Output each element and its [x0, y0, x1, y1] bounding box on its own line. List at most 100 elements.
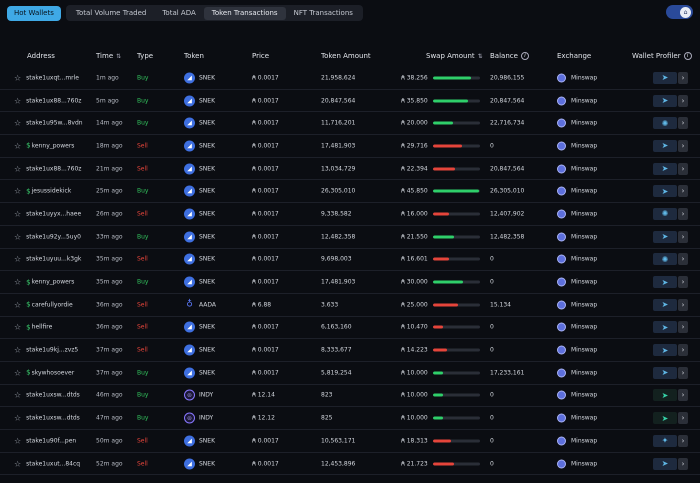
shark-icon[interactable]: ➤: [653, 366, 677, 379]
chevron-right-icon[interactable]: ›: [678, 321, 688, 334]
table-row[interactable]: ☆ stake1u9kj...zvz5 37m ago Sell ◢ SNEK …: [0, 339, 700, 362]
chevron-right-icon[interactable]: ›: [678, 412, 688, 425]
wallet-address[interactable]: hellfire: [32, 324, 53, 331]
table-row[interactable]: ☆ $ hellfire 36m ago Sell ◢ SNEK ₳ 0.001…: [0, 317, 700, 340]
table-row[interactable]: ☆ $ skywhosoever 37m ago Buy ◢ SNEK ₳ 0.…: [0, 362, 700, 385]
crab-icon[interactable]: ✦: [653, 434, 677, 447]
star-icon[interactable]: ☆: [14, 164, 21, 173]
table-row[interactable]: ☆ stake1uyuu...k3gk 35m ago Sell ◢ SNEK …: [0, 249, 700, 272]
table-row[interactable]: ☆ $ carefullyordie 36m ago Sell ♁ AADA ₳…: [0, 294, 700, 317]
wallet-address[interactable]: stake1uyyx...haee: [26, 210, 81, 217]
wallet-address[interactable]: stake1u92y...5uy0: [26, 233, 81, 240]
header-swap-amount[interactable]: Swap Amount ⇅: [426, 52, 483, 60]
tab-nft-transactions[interactable]: NFT Transactions: [286, 7, 361, 20]
star-icon[interactable]: ☆: [14, 119, 21, 128]
wallet-address[interactable]: stake1uxsw...dtds: [26, 415, 80, 422]
table-row[interactable]: ☆ stake1u95w...8vdn 14m ago Buy ◢ SNEK ₳…: [0, 112, 700, 136]
star-icon[interactable]: ☆: [14, 96, 21, 105]
star-icon[interactable]: ☆: [14, 278, 21, 287]
chevron-right-icon[interactable]: ›: [678, 276, 688, 289]
wallet-address[interactable]: stake1u90f...pen: [26, 437, 76, 444]
table-row[interactable]: ☆ stake1u92y...5uy0 33m ago Buy ◢ SNEK ₳…: [0, 226, 700, 249]
chevron-right-icon[interactable]: ›: [678, 457, 688, 470]
shark-dark-icon[interactable]: ➤: [653, 389, 677, 402]
star-icon[interactable]: ☆: [14, 73, 21, 82]
star-icon[interactable]: ☆: [14, 414, 21, 423]
shark-icon[interactable]: ➤: [653, 230, 677, 243]
chevron-right-icon[interactable]: ›: [678, 253, 688, 266]
chevron-right-icon[interactable]: ›: [678, 185, 688, 198]
tab-token-transactions[interactable]: Token Transactions: [203, 6, 286, 20]
wallet-address[interactable]: kenny_powers: [32, 279, 75, 286]
star-icon[interactable]: ☆: [14, 368, 21, 377]
shark-dark-icon[interactable]: ➤: [653, 412, 677, 425]
wallet-address[interactable]: stake1ux88...760z: [26, 97, 81, 104]
wallet-address[interactable]: skywhosoever: [32, 369, 75, 376]
shark-icon[interactable]: ➤: [653, 344, 677, 357]
octopus-icon[interactable]: ✺: [653, 207, 677, 220]
star-icon[interactable]: ☆: [14, 187, 21, 196]
shark-icon[interactable]: ➤: [653, 162, 677, 175]
shark-icon[interactable]: ➤: [653, 185, 677, 198]
sort-icon[interactable]: ⇅: [116, 53, 121, 60]
wallet-address[interactable]: stake1ux88...760z: [26, 165, 81, 172]
chevron-right-icon[interactable]: ›: [678, 94, 688, 107]
wallet-address[interactable]: stake1uyuu...k3gk: [26, 256, 81, 263]
info-icon[interactable]: i: [520, 52, 529, 60]
chevron-right-icon[interactable]: ›: [678, 117, 688, 130]
tab-total-volume-traded[interactable]: Total Volume Traded: [68, 7, 154, 20]
star-icon[interactable]: ☆: [14, 323, 21, 332]
table-row[interactable]: ☆ stake1uyyx...haee 26m ago Sell ◢ SNEK …: [0, 203, 700, 226]
octopus-icon[interactable]: ✺: [653, 117, 677, 130]
table-row[interactable]: ☆ stake1uxsw...dtds 47m ago Buy ◎ INDY ₳…: [0, 407, 700, 430]
chevron-right-icon[interactable]: ›: [678, 230, 688, 243]
tab-total-ada[interactable]: Total ADA: [154, 7, 203, 20]
table-row[interactable]: ☆ $ kenny_powers 35m ago Buy ◢ SNEK ₳ 0.…: [0, 271, 700, 294]
chevron-right-icon[interactable]: ›: [678, 366, 688, 379]
chevron-right-icon[interactable]: ›: [678, 71, 688, 84]
chevron-right-icon[interactable]: ›: [678, 139, 688, 152]
table-row[interactable]: ☆ $ jesussidekick 25m ago Buy ◢ SNEK ₳ 0…: [0, 180, 700, 204]
wallet-address[interactable]: jesussidekick: [32, 188, 72, 195]
chevron-right-icon[interactable]: ›: [678, 207, 688, 220]
shark-icon[interactable]: ➤: [653, 139, 677, 152]
star-icon[interactable]: ☆: [14, 391, 21, 400]
wallet-address[interactable]: stake1uxut...84cq: [26, 460, 80, 467]
star-icon[interactable]: ☆: [14, 255, 21, 264]
chevron-right-icon[interactable]: ›: [678, 434, 688, 447]
table-row[interactable]: ☆ stake1ux88...760z 21m ago Sell ◢ SNEK …: [0, 158, 700, 181]
star-icon[interactable]: ☆: [14, 209, 21, 218]
wallet-address[interactable]: stake1uxqt...mrle: [26, 74, 79, 81]
chevron-right-icon[interactable]: ›: [678, 162, 688, 175]
star-icon[interactable]: ☆: [14, 436, 21, 445]
table-row[interactable]: ☆ stake1uxqt...mrle 1m ago Buy ◢ SNEK ₳ …: [0, 67, 700, 90]
table-row[interactable]: ☆ stake1uxsw...dtds 46m ago Buy ◎ INDY ₳…: [0, 385, 700, 408]
shark-icon[interactable]: ➤: [653, 298, 677, 311]
table-row[interactable]: ☆ stake1uxut...84cq 52m ago Sell ◢ SNEK …: [0, 453, 700, 476]
shark-icon[interactable]: ➤: [653, 457, 677, 470]
shark-icon[interactable]: ➤: [653, 71, 677, 84]
wallet-address[interactable]: kenny_powers: [32, 142, 75, 149]
star-icon[interactable]: ☆: [14, 232, 21, 241]
shark-icon[interactable]: ➤: [653, 94, 677, 107]
table-row[interactable]: ☆ stake1ux88...760z 5m ago Buy ◢ SNEK ₳ …: [0, 90, 700, 113]
chevron-right-icon[interactable]: ›: [678, 298, 688, 311]
table-row[interactable]: ☆ $ kenny_powers 18m ago Sell ◢ SNEK ₳ 0…: [0, 135, 700, 158]
shark-icon[interactable]: ➤: [653, 321, 677, 334]
wallet-address[interactable]: stake1uxsw...dtds: [26, 392, 80, 399]
home-toggle[interactable]: ⌂: [666, 5, 693, 19]
star-icon[interactable]: ☆: [14, 300, 21, 309]
shark-icon[interactable]: ➤: [653, 276, 677, 289]
octopus-icon[interactable]: ✺: [653, 253, 677, 266]
tab-hot-wallets[interactable]: Hot Wallets: [7, 5, 61, 21]
star-icon[interactable]: ☆: [14, 346, 21, 355]
wallet-address[interactable]: carefullyordie: [32, 301, 73, 308]
info-icon[interactable]: i: [683, 52, 692, 60]
star-icon[interactable]: ☆: [14, 141, 21, 150]
star-icon[interactable]: ☆: [14, 459, 21, 468]
chevron-right-icon[interactable]: ›: [678, 344, 688, 357]
header-time[interactable]: Time ⇅: [96, 52, 121, 60]
sort-icon[interactable]: ⇅: [478, 53, 483, 60]
chevron-right-icon[interactable]: ›: [678, 389, 688, 402]
wallet-address[interactable]: stake1u95w...8vdn: [26, 120, 82, 127]
